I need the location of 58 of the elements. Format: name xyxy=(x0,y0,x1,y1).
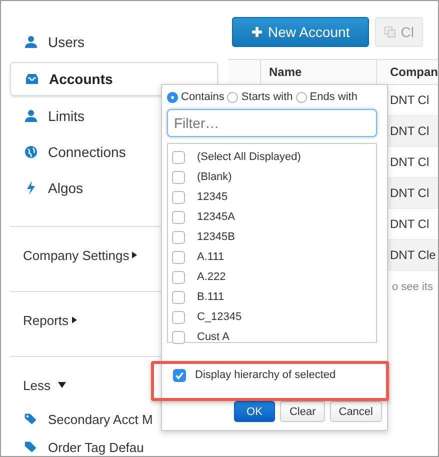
radio-icon[interactable] xyxy=(227,92,238,102)
table-cell-text: DNT Cl xyxy=(389,185,430,202)
filter-input[interactable]: Filter… xyxy=(167,109,377,137)
sidebar-item[interactable]: Users xyxy=(10,24,216,60)
dialog-button[interactable]: Cancel xyxy=(330,401,382,422)
globe-icon xyxy=(24,145,38,159)
dialog-button[interactable]: Clear xyxy=(280,401,325,422)
table-cell-text: DNT Cl xyxy=(389,92,430,109)
checkbox[interactable] xyxy=(172,230,185,244)
checkbox[interactable] xyxy=(172,250,185,264)
radio-icon[interactable] xyxy=(167,92,178,102)
caret-right-icon xyxy=(132,251,138,259)
caret-right-icon xyxy=(72,316,77,324)
checkbox-label[interactable]: Display hierarchy of selected xyxy=(195,369,336,381)
filter-option[interactable]: C_12345 xyxy=(168,307,242,327)
table-cell-text: DNT Cl xyxy=(389,154,430,171)
tag-icon xyxy=(24,440,38,454)
match-mode-radio[interactable]: Ends with xyxy=(296,91,358,103)
table-cell-text: DNT Cl xyxy=(389,123,430,140)
menu-link[interactable]: Reports xyxy=(1,292,77,336)
filter-option[interactable]: 12345B xyxy=(168,227,235,247)
checkbox[interactable] xyxy=(173,368,186,382)
checkbox[interactable] xyxy=(172,290,185,304)
filter-option[interactable]: (Select All Displayed) xyxy=(168,147,301,167)
less-toggle[interactable]: Less xyxy=(1,357,66,401)
filter-option[interactable]: (Blank) xyxy=(168,167,232,187)
tags-icon xyxy=(24,412,38,426)
checkbox[interactable] xyxy=(172,270,185,284)
filter-option[interactable]: A.111 xyxy=(168,247,224,267)
filter-option[interactable]: 12345A xyxy=(168,207,235,227)
checkbox[interactable] xyxy=(172,210,185,224)
table-cell-text: DNT Cle xyxy=(389,247,437,264)
user-icon xyxy=(24,109,38,123)
new-account-button[interactable]: New Account xyxy=(232,17,369,47)
checkbox[interactable] xyxy=(172,190,185,204)
table-cell-text: DNT Cl xyxy=(389,216,430,233)
match-mode-radio[interactable]: Starts with xyxy=(227,91,293,103)
radio-icon[interactable] xyxy=(296,92,307,102)
user-icon xyxy=(24,35,38,49)
hint-text: o see its xyxy=(392,281,433,293)
filter-option[interactable]: B.111 xyxy=(168,287,224,307)
copy-icon xyxy=(384,26,396,38)
filter-option[interactable]: Cust A xyxy=(168,327,230,347)
filter-option[interactable]: A.222 xyxy=(168,267,226,287)
column-header[interactable]: Compan xyxy=(377,60,438,84)
sidebar-item[interactable]: Secondary Acct M xyxy=(10,405,216,433)
checkbox[interactable] xyxy=(172,170,185,184)
checkbox[interactable] xyxy=(172,310,185,324)
filter-option[interactable]: 12345 xyxy=(168,187,228,207)
inbox-icon xyxy=(25,72,39,86)
checkbox[interactable] xyxy=(172,150,185,164)
menu-link[interactable]: Company Settings xyxy=(1,227,138,271)
plus-icon xyxy=(251,26,263,38)
sidebar-item[interactable]: Order Tag Defau xyxy=(10,433,216,456)
lightning-bolt-icon xyxy=(24,181,38,195)
ok-button[interactable]: OK xyxy=(234,401,276,422)
caret-down-icon xyxy=(58,382,66,388)
checkbox[interactable] xyxy=(172,330,185,344)
